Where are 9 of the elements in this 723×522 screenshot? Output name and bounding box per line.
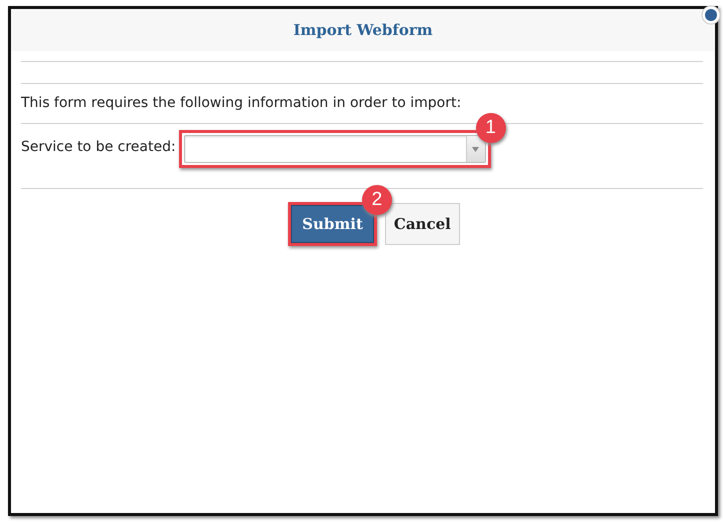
- submit-button[interactable]: Submit: [291, 205, 374, 243]
- callout-badge: 2: [362, 185, 392, 215]
- dialog-title: Import Webform: [293, 21, 433, 39]
- intro-text: This form requires the following information in order to import:: [21, 94, 462, 112]
- field-label: Service to be created:: [21, 139, 176, 155]
- cancel-button[interactable]: Cancel: [384, 203, 460, 245]
- dropdown-arrow-icon: [472, 146, 480, 152]
- close-icon[interactable]: [701, 5, 721, 25]
- callout-badge: 1: [476, 113, 506, 143]
